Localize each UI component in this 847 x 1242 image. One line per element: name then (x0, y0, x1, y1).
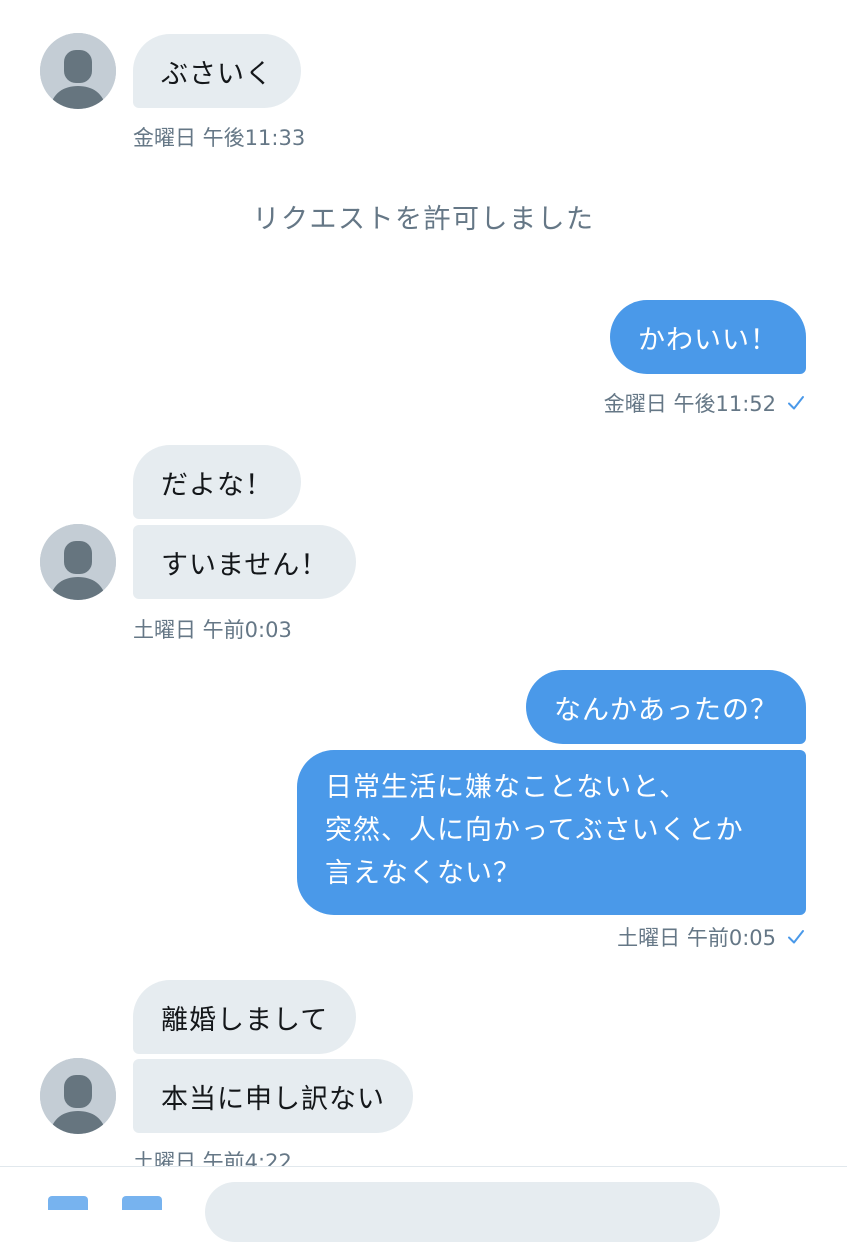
message-text: すいません！ (161, 549, 329, 581)
incoming-message-bubble[interactable]: だよな！ (133, 445, 301, 519)
message-text: なんかあったの？ (554, 694, 778, 726)
message-text-line: 突然、人に向かってぶさいくとか (325, 815, 744, 846)
message-text-line: 言えなくない？ (325, 858, 521, 889)
incoming-message-bubble[interactable]: 本当に申し訳ない (133, 1059, 413, 1133)
check-icon (788, 930, 804, 944)
message-timestamp: 金曜日 午後11:52 (603, 392, 776, 416)
message-text: だよな！ (161, 469, 273, 501)
incoming-message-bubble[interactable]: 離婚しまして (133, 980, 357, 1054)
message-input[interactable] (205, 1182, 720, 1242)
message-text: かわいい！ (638, 324, 778, 356)
avatar[interactable] (40, 33, 116, 109)
default-avatar-icon (40, 1058, 116, 1134)
avatar[interactable] (40, 1058, 116, 1134)
image-icon[interactable] (122, 1196, 162, 1210)
message-timestamp: 土曜日 午前0:05 (617, 926, 776, 950)
incoming-message-bubble[interactable]: ぶさいく (133, 34, 301, 108)
message-timestamp: 土曜日 午前0:03 (133, 618, 292, 642)
system-notice: リクエストを許可しました (252, 204, 595, 235)
default-avatar-icon (40, 33, 116, 109)
default-avatar-icon (40, 524, 116, 600)
message-text: ぶさいく (161, 58, 273, 90)
message-meta: 土曜日 午前0:05 (617, 922, 806, 952)
message-text: 本当に申し訳ない (161, 1083, 385, 1115)
incoming-message-bubble[interactable]: すいません！ (133, 525, 357, 599)
message-text: 離婚しまして (161, 1004, 329, 1036)
message-timestamp: 金曜日 午後11:33 (133, 126, 306, 150)
message-text-line: 日常生活に嫌なことないと、 (325, 772, 688, 803)
outgoing-message-bubble[interactable]: かわいい！ (610, 300, 806, 374)
avatar[interactable] (40, 524, 116, 600)
check-icon (788, 396, 804, 410)
outgoing-message-bubble[interactable]: なんかあったの？ (526, 670, 806, 744)
outgoing-message-bubble[interactable]: 日常生活に嫌なことないと、 突然、人に向かってぶさいくとか 言えなくない？ (297, 750, 806, 915)
gif-icon[interactable] (48, 1196, 88, 1210)
message-meta: 金曜日 午後11:52 (604, 388, 806, 418)
